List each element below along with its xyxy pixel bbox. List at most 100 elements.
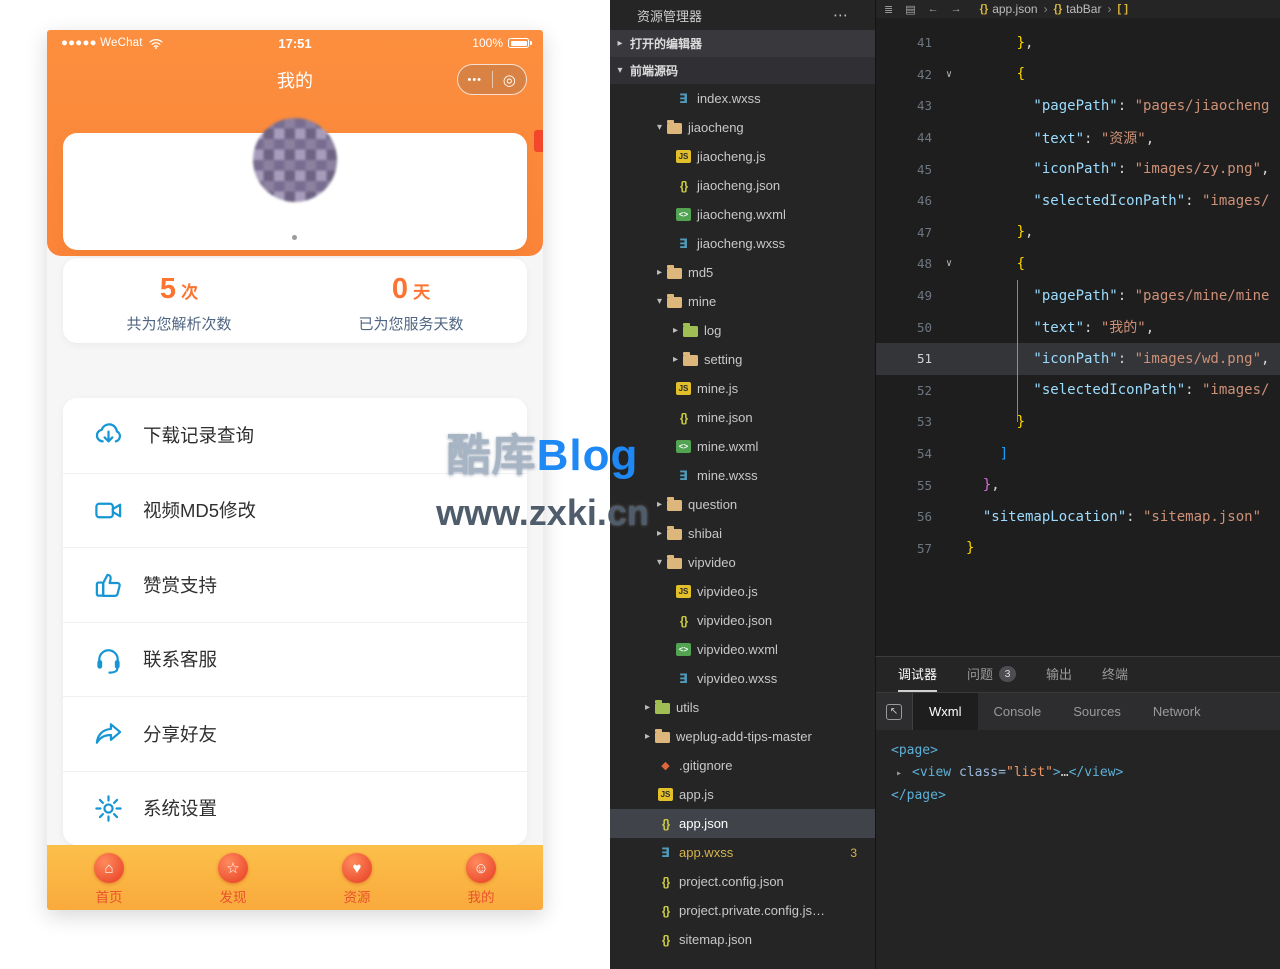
- chevron-right-icon[interactable]: ▸: [668, 325, 683, 336]
- tree-item-mine-wxss[interactable]: ∃mine.wxss: [610, 461, 875, 490]
- split-editor-icon[interactable]: ▤: [905, 3, 915, 16]
- breadcrumb-item[interactable]: [ ]: [1117, 3, 1127, 15]
- debugger-tab-problems[interactable]: 问题3: [967, 657, 1016, 692]
- tree-item-vipvideo-wxss[interactable]: ∃vipvideo.wxss: [610, 664, 875, 693]
- tab-home[interactable]: ⌂首页: [47, 845, 171, 910]
- tree-item-jiaocheng-js[interactable]: JSjiaocheng.js: [610, 142, 875, 171]
- code-line-56[interactable]: 56"sitemapLocation": "sitemap.json": [876, 501, 1280, 533]
- code-line-57[interactable]: 57}: [876, 533, 1280, 565]
- tab-discover[interactable]: ☆发现: [171, 845, 295, 910]
- code-line-49[interactable]: 49"pagePath": "pages/mine/mine: [876, 280, 1280, 312]
- wxml-node-0[interactable]: <page>: [891, 740, 1280, 762]
- tree-item-project-private-config-js[interactable]: {}project.private.config.js…: [610, 896, 875, 925]
- tree-item-jiaocheng-wxss[interactable]: ∃jiaocheng.wxss: [610, 229, 875, 258]
- tree-item-index-wxss[interactable]: ∃index.wxss: [610, 84, 875, 113]
- menu-item-video-md5[interactable]: 视频MD5修改: [63, 473, 527, 548]
- wxml-node-2[interactable]: </page>: [891, 785, 1280, 807]
- tree-item-jiaocheng-json[interactable]: {}jiaocheng.json: [610, 171, 875, 200]
- tree-item-weplug-add-tips-master[interactable]: ▸weplug-add-tips-master: [610, 722, 875, 751]
- tree-item-jiaocheng-wxml[interactable]: <>jiaocheng.wxml: [610, 200, 875, 229]
- chevron-right-icon[interactable]: ▸: [640, 702, 655, 713]
- inspect-element-icon[interactable]: ↖: [886, 704, 902, 720]
- code-line-46[interactable]: 46"selectedIconPath": "images/: [876, 185, 1280, 217]
- outline-icon[interactable]: ≣: [884, 3, 893, 16]
- devtools-tab-sources[interactable]: Sources: [1057, 693, 1137, 730]
- tree-item-app-json[interactable]: {}app.json: [610, 809, 875, 838]
- folder-icon: [683, 326, 698, 337]
- tree-item-mine-json[interactable]: {}mine.json: [610, 403, 875, 432]
- tree-item-vipvideo[interactable]: ▾vipvideo: [610, 548, 875, 577]
- code-line-55[interactable]: 55},: [876, 469, 1280, 501]
- menu-item-contact-service[interactable]: 联系客服: [63, 622, 527, 697]
- tree-item-gitignore[interactable]: ◆.gitignore: [610, 751, 875, 780]
- menu-item-system-settings[interactable]: 系统设置: [63, 771, 527, 846]
- fold-chevron-icon[interactable]: ∨: [932, 258, 966, 269]
- tree-item-vipvideo-js[interactable]: JSvipvideo.js: [610, 577, 875, 606]
- folder-icon: [655, 703, 670, 714]
- navigate-back-icon[interactable]: ←: [928, 3, 939, 16]
- tree-item-question[interactable]: ▸question: [610, 490, 875, 519]
- tree-item-vipvideo-wxml[interactable]: <>vipvideo.wxml: [610, 635, 875, 664]
- tab-resources[interactable]: ♥资源: [295, 845, 419, 910]
- breadcrumb-item[interactable]: {}tabBar: [1054, 2, 1102, 16]
- code-line-42[interactable]: 42∨{: [876, 59, 1280, 91]
- section-source[interactable]: ▾ 前端源码: [610, 57, 875, 84]
- tree-item-vipvideo-json[interactable]: {}vipvideo.json: [610, 606, 875, 635]
- tree-item-mine-js[interactable]: JSmine.js: [610, 374, 875, 403]
- chevron-right-icon[interactable]: ▸: [640, 731, 655, 742]
- menu-item-reward-support[interactable]: 赞赏支持: [63, 547, 527, 622]
- avatar[interactable]: [253, 118, 337, 202]
- section-open-editors[interactable]: ▸ 打开的编辑器: [610, 30, 875, 57]
- chevron-down-icon[interactable]: ▾: [652, 296, 667, 307]
- tree-item-app-js[interactable]: JSapp.js: [610, 780, 875, 809]
- code-line-47[interactable]: 47},: [876, 217, 1280, 249]
- code-line-48[interactable]: 48∨{: [876, 248, 1280, 280]
- devtools-tab-console[interactable]: Console: [978, 693, 1058, 730]
- tree-item-shibai[interactable]: ▸shibai: [610, 519, 875, 548]
- chevron-right-icon[interactable]: ▸: [668, 354, 683, 365]
- navigate-forward-icon[interactable]: →: [951, 3, 962, 16]
- tree-item-jiaocheng[interactable]: ▾jiaocheng: [610, 113, 875, 142]
- wechat-capsule: ••• ◎: [457, 64, 527, 95]
- code-line-52[interactable]: 52"selectedIconPath": "images/: [876, 375, 1280, 407]
- menu-item-download-history[interactable]: 下载记录查询: [63, 398, 527, 473]
- debugger-tab-terminal[interactable]: 终端: [1102, 657, 1128, 692]
- code-line-50[interactable]: 50"text": "我的",: [876, 311, 1280, 343]
- line-number: 57: [876, 541, 932, 556]
- tree-item-setting[interactable]: ▸setting: [610, 345, 875, 374]
- chevron-right-icon[interactable]: ▸: [652, 267, 667, 278]
- tree-item-sitemap-json[interactable]: {}sitemap.json: [610, 925, 875, 954]
- code-line-51[interactable]: 51"iconPath": "images/wd.png",: [876, 343, 1280, 375]
- devtools-tab-wxml[interactable]: Wxml: [913, 693, 978, 730]
- tree-item-utils[interactable]: ▸utils: [610, 693, 875, 722]
- debugger-tab-output[interactable]: 输出: [1046, 657, 1072, 692]
- close-target-button[interactable]: ◎: [493, 71, 527, 89]
- tree-item-app-wxss[interactable]: ∃app.wxss3: [610, 838, 875, 867]
- more-actions-icon[interactable]: ⋯: [833, 6, 849, 24]
- code-line-45[interactable]: 45"iconPath": "images/zy.png",: [876, 153, 1280, 185]
- code-line-54[interactable]: 54]: [876, 438, 1280, 470]
- menu-item-share-friends[interactable]: 分享好友: [63, 696, 527, 771]
- code-line-44[interactable]: 44"text": "资源",: [876, 122, 1280, 154]
- code-line-43[interactable]: 43"pagePath": "pages/jiaocheng: [876, 90, 1280, 122]
- tree-item-mine[interactable]: ▾mine: [610, 287, 875, 316]
- tree-item-mine-wxml[interactable]: <>mine.wxml: [610, 432, 875, 461]
- debugger-tab-debugger[interactable]: 调试器: [898, 657, 937, 692]
- tree-item-project-config-json[interactable]: {}project.config.json: [610, 867, 875, 896]
- fold-chevron-icon[interactable]: ∨: [932, 69, 966, 80]
- chevron-down-icon[interactable]: ▾: [652, 122, 667, 133]
- menu-dots-button[interactable]: •••: [458, 74, 492, 86]
- code-line-41[interactable]: 41},: [876, 27, 1280, 59]
- devtools-tab-network[interactable]: Network: [1137, 693, 1217, 730]
- chevron-right-icon[interactable]: ▸: [652, 528, 667, 539]
- tree-item-log[interactable]: ▸log: [610, 316, 875, 345]
- wxml-node-1[interactable]: ▸<view class="list">…</view>: [891, 762, 1280, 785]
- tree-item-md5[interactable]: ▸md5: [610, 258, 875, 287]
- chevron-right-icon[interactable]: ▸: [652, 499, 667, 510]
- side-tag[interactable]: [534, 130, 543, 152]
- tab-profile[interactable]: ☺我的: [419, 845, 543, 910]
- code-line-53[interactable]: 53}: [876, 406, 1280, 438]
- breadcrumb-item[interactable]: {}app.json: [980, 2, 1038, 16]
- expand-arrow-icon[interactable]: ▸: [891, 763, 912, 785]
- chevron-down-icon[interactable]: ▾: [652, 557, 667, 568]
